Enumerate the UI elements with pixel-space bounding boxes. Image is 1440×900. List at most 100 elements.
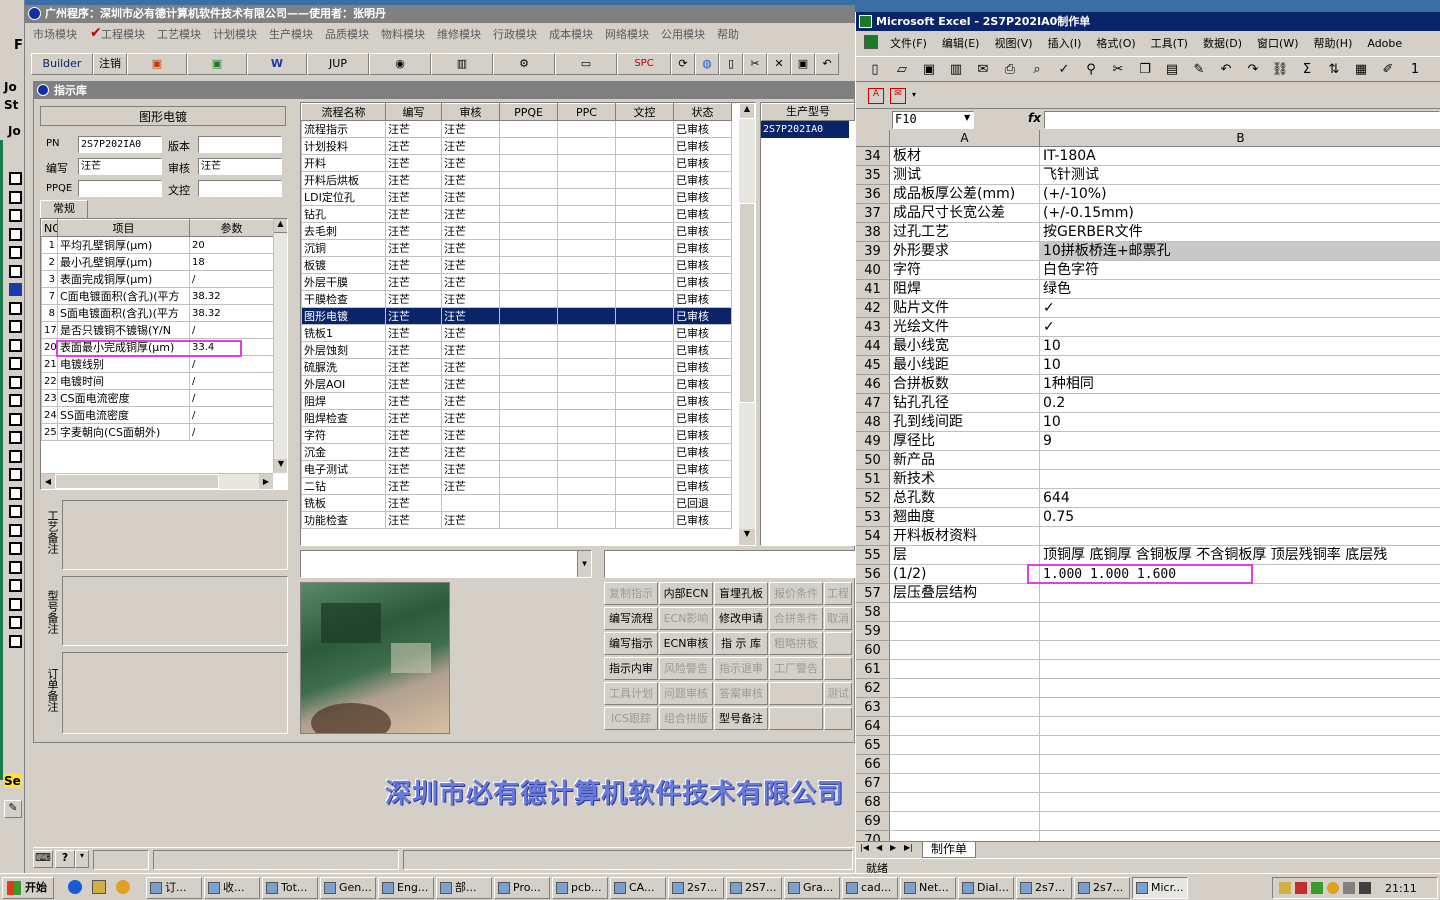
cell-a[interactable]: 合拼板数: [890, 375, 1040, 394]
select-all-corner[interactable]: [856, 130, 890, 147]
chart-icon[interactable]: ▦: [1352, 61, 1370, 79]
process-note-field[interactable]: [62, 500, 288, 570]
cell-b[interactable]: 10拼板桥连+邮票孔: [1040, 242, 1440, 261]
model-list-header[interactable]: 生产型号: [761, 103, 855, 121]
action-button[interactable]: ICS跟踪: [604, 707, 658, 730]
column-header-a[interactable]: A: [890, 130, 1040, 147]
cell-a[interactable]: [890, 812, 1040, 831]
flow-row[interactable]: 流程指示 汪芒 汪芒 已审核: [301, 120, 732, 138]
strip-checkbox[interactable]: [9, 227, 22, 241]
taskbar-item[interactable]: Net...: [900, 877, 956, 899]
flow-row[interactable]: LDI定位孔 汪芒 汪芒 已审核: [301, 188, 732, 206]
action-button[interactable]: 粗略拼板: [769, 632, 823, 655]
action-button[interactable]: [824, 632, 852, 655]
row-header[interactable]: 46: [856, 375, 890, 394]
cell-a[interactable]: 新产品: [890, 451, 1040, 470]
tray-icon-4[interactable]: [1327, 882, 1339, 894]
filter-input[interactable]: [604, 550, 856, 578]
taskbar-item[interactable]: cad...: [842, 877, 898, 899]
taskbar-item[interactable]: 2s7...: [1074, 877, 1130, 899]
cell-a[interactable]: 成品尺寸长宽公差: [890, 204, 1040, 223]
cut-icon[interactable]: ✂: [1109, 61, 1127, 79]
strip-checkbox[interactable]: [9, 394, 22, 407]
action-button[interactable]: 指示退审: [714, 657, 768, 680]
row-header[interactable]: 35: [856, 166, 890, 185]
flow-col-header[interactable]: 状态: [673, 103, 732, 121]
taskbar-item[interactable]: 2S7...: [726, 877, 782, 899]
email-icon[interactable]: ✉: [974, 61, 992, 79]
tab-general[interactable]: 常规: [40, 200, 88, 218]
builder-button[interactable]: Builder: [31, 53, 93, 75]
action-button[interactable]: 编写指示: [604, 632, 658, 655]
action-button[interactable]: [769, 707, 823, 730]
redo-icon[interactable]: ↷: [1244, 61, 1262, 79]
action-button[interactable]: 指 示 库: [714, 632, 768, 655]
cell-a[interactable]: 光绘文件: [890, 318, 1040, 337]
row-header[interactable]: 40: [856, 261, 890, 280]
cell-a[interactable]: 贴片文件: [890, 299, 1040, 318]
cell-a[interactable]: 翘曲度: [890, 508, 1040, 527]
format-painter-icon[interactable]: ✎: [1190, 61, 1208, 79]
row-header[interactable]: 69: [856, 812, 890, 831]
name-box[interactable]: F10: [892, 111, 974, 129]
excel-menu-item-7[interactable]: 窗口(W): [1257, 37, 1298, 50]
cell-b[interactable]: (+/-0.15mm): [1040, 204, 1440, 223]
cell-b[interactable]: 按GERBER文件: [1040, 223, 1440, 242]
flow-row[interactable]: 阻焊检查 汪芒 汪芒 已审核: [301, 409, 732, 427]
help-icon[interactable]: ?: [55, 850, 75, 868]
row-header[interactable]: 67: [856, 774, 890, 793]
cell-b[interactable]: (+/-10%): [1040, 185, 1440, 204]
cell-a[interactable]: [890, 679, 1040, 698]
strip-checkbox[interactable]: [9, 264, 22, 278]
next-sheet-nav-icon[interactable]: ▶: [890, 843, 896, 852]
excel-doc-icon[interactable]: [864, 35, 878, 49]
logout-button[interactable]: 注销: [93, 53, 127, 75]
close-x-icon[interactable]: ✕: [767, 53, 791, 75]
row-header[interactable]: 57: [856, 584, 890, 603]
cut-icon[interactable]: ✂: [743, 53, 767, 75]
jup-button[interactable]: JUP: [307, 53, 369, 75]
cell-b[interactable]: [1040, 698, 1440, 717]
cell-b[interactable]: [1040, 584, 1440, 603]
cell-b[interactable]: 0.2: [1040, 394, 1440, 413]
flow-row[interactable]: 字符 汪芒 汪芒 已审核: [301, 426, 732, 444]
excel-export-icon[interactable]: ▣: [187, 53, 247, 75]
cell-a[interactable]: [890, 793, 1040, 812]
tray-icon-6[interactable]: [1359, 882, 1371, 894]
hyperlink-icon[interactable]: ⛓: [1271, 61, 1289, 79]
dropdown-icon[interactable]: ▾: [75, 850, 89, 868]
excel-menu-item-3[interactable]: 插入(I): [1048, 37, 1082, 50]
order-note-field[interactable]: [62, 652, 288, 734]
strip-checkbox[interactable]: [9, 579, 22, 592]
cell-b[interactable]: 10: [1040, 413, 1440, 432]
taskbar-item[interactable]: 订...: [146, 877, 202, 899]
param-row[interactable]: 8 S面电镀面积(含孔)(平方 38.32: [41, 304, 274, 322]
sort-icon[interactable]: ⇅: [1325, 61, 1343, 79]
undo-icon[interactable]: ↶: [1217, 61, 1235, 79]
strip-checkbox[interactable]: [9, 246, 22, 259]
tray-icon-5[interactable]: [1343, 882, 1355, 894]
flow-row[interactable]: 开料后烘板 汪芒 汪芒 已审核: [301, 171, 732, 189]
action-button[interactable]: ECN影响: [659, 607, 713, 630]
cell-b[interactable]: [1040, 660, 1440, 679]
cell-b[interactable]: [1040, 793, 1440, 812]
cell-b[interactable]: [1040, 717, 1440, 736]
cell-b[interactable]: 飞针测试: [1040, 166, 1440, 185]
cell-b[interactable]: 白色字符: [1040, 261, 1440, 280]
version-field[interactable]: [198, 136, 282, 153]
cell-a[interactable]: 开料板材资料: [890, 527, 1040, 546]
pdf-convert-icon[interactable]: A: [868, 88, 884, 104]
cell-b[interactable]: 9: [1040, 432, 1440, 451]
tray-icon-1[interactable]: [1279, 882, 1291, 894]
research-icon[interactable]: ⚲: [1082, 61, 1100, 79]
excel-menu-item-8[interactable]: 帮助(H): [1314, 37, 1353, 50]
save-icon[interactable]: ▣: [920, 61, 938, 79]
cell-a[interactable]: [890, 660, 1040, 679]
zoom-icon[interactable]: 1: [1406, 61, 1424, 79]
action-button[interactable]: 问题审核: [659, 682, 713, 705]
action-button[interactable]: 组合拼版: [659, 707, 713, 730]
start-button[interactable]: 开始: [2, 877, 54, 899]
cell-a[interactable]: [890, 603, 1040, 622]
strip-checkbox[interactable]: [9, 634, 22, 648]
row-header[interactable]: 59: [856, 622, 890, 641]
